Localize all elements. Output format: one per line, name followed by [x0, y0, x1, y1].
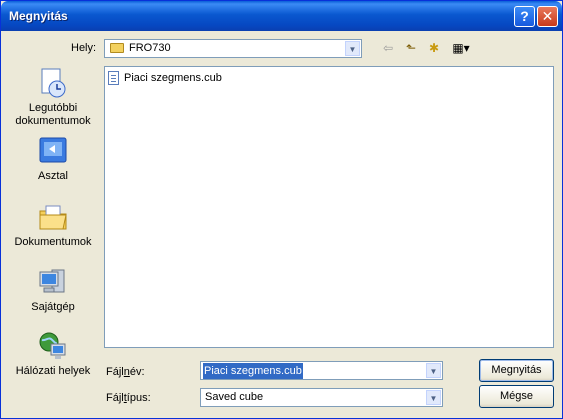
filename-field[interactable]: Piaci szegmens.cub ▼ [200, 361, 443, 380]
place-desktop[interactable]: Asztal [6, 135, 100, 183]
close-button[interactable]: ✕ [537, 6, 558, 27]
open-button-label: Megnyitás [491, 364, 542, 376]
location-value: FRO730 [129, 42, 171, 54]
place-desktop-label: Asztal [38, 170, 68, 182]
place-documents[interactable]: Dokumentumok [6, 201, 100, 249]
folder-icon [110, 43, 124, 53]
place-documents-label: Dokumentumok [14, 236, 92, 248]
file-list[interactable]: Piaci szegmens.cub [104, 66, 554, 348]
file-name: Piaci szegmens.cub [124, 72, 222, 84]
place-recent[interactable]: Legutóbbi dokumentumok [6, 67, 100, 128]
location-dropdown[interactable]: FRO730 ▼ [104, 39, 362, 58]
new-folder-icon[interactable]: ✱ [424, 39, 444, 57]
cancel-button-label: Mégse [499, 390, 534, 402]
views-menu-icon[interactable]: ▦▾ [448, 39, 474, 57]
filename-label: Fájlnév: [106, 366, 145, 378]
chevron-down-icon[interactable]: ▼ [426, 390, 441, 405]
place-recent-label-1: Legutóbbi [28, 102, 78, 114]
filetype-value: Saved cube [205, 391, 264, 403]
open-button[interactable]: Megnyitás [479, 359, 554, 382]
dialog-title: Megnyitás [9, 9, 68, 23]
location-label: Hely: [71, 42, 97, 54]
network-places-icon [37, 330, 69, 362]
recent-documents-icon [37, 67, 69, 99]
chevron-down-icon[interactable]: ▼ [426, 363, 441, 378]
chevron-down-icon[interactable]: ▼ [345, 41, 360, 56]
my-documents-icon [37, 201, 69, 233]
places-bar: Legutóbbi dokumentumok Asztal Dokumentum… [6, 63, 100, 413]
up-folder-icon[interactable]: ⬑ [401, 39, 421, 57]
filename-value: Piaci szegmens.cub [203, 363, 303, 379]
place-network[interactable]: Hálózati helyek [6, 330, 100, 378]
filetype-label: Fájltípus: [106, 392, 151, 404]
place-my-computer[interactable]: Sajátgép [6, 266, 100, 314]
my-computer-icon [37, 266, 69, 298]
place-network-label: Hálózati helyek [15, 365, 91, 377]
title-bar[interactable]: Megnyitás ? ✕ [1, 1, 562, 31]
place-my-computer-label: Sajátgép [31, 301, 75, 313]
file-icon [108, 71, 119, 85]
open-dialog: Megnyitás ? ✕ Hely: FRO730 ▼ ⇦ ⬑ ✱ ▦▾ Le… [0, 0, 563, 419]
cancel-button[interactable]: Mégse [479, 385, 554, 408]
filetype-dropdown[interactable]: Saved cube ▼ [200, 388, 443, 407]
back-icon[interactable]: ⇦ [378, 39, 398, 57]
help-button[interactable]: ? [514, 6, 535, 27]
desktop-icon [37, 135, 69, 167]
place-recent-label-2: dokumentumok [15, 115, 91, 127]
